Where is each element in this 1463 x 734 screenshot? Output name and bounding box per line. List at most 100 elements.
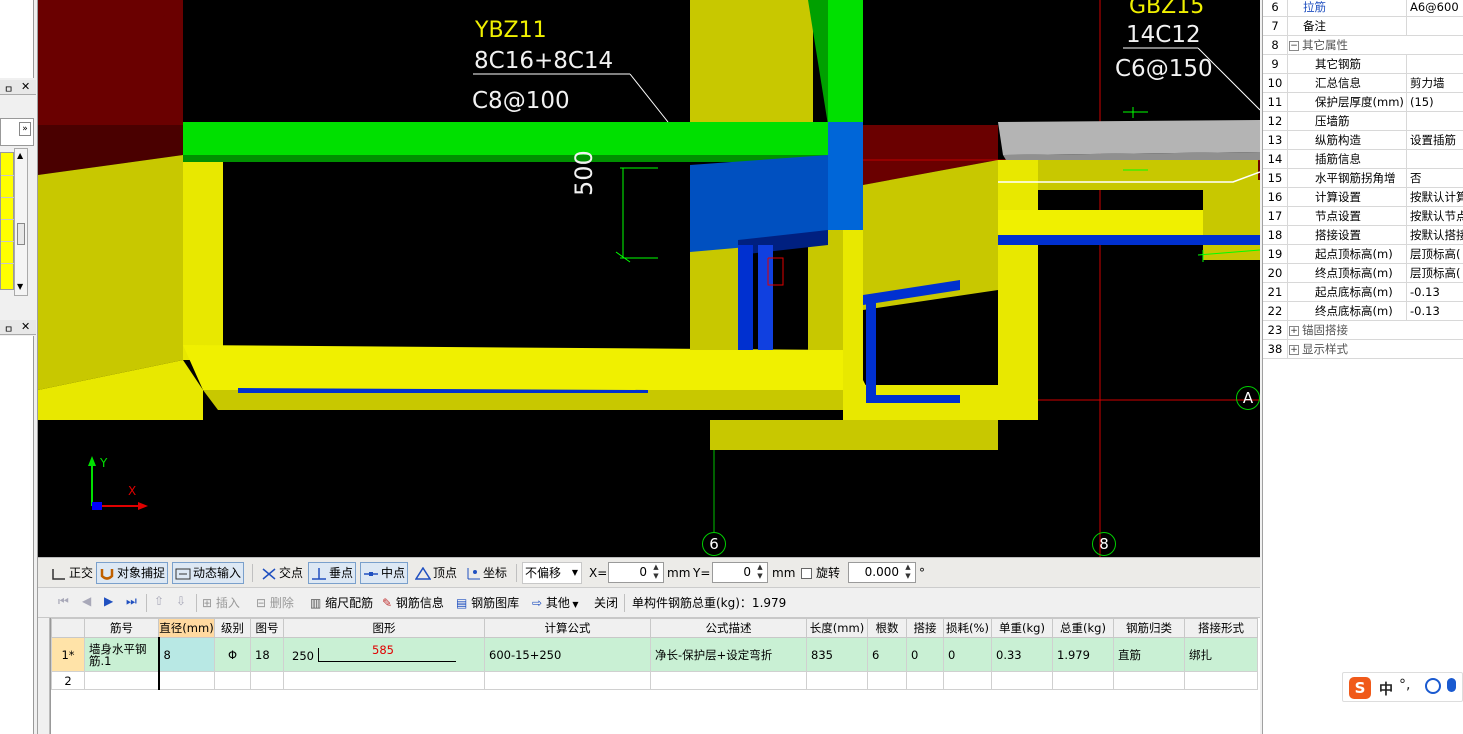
ime-punctuation-toggle[interactable]: °,: [1399, 677, 1410, 693]
object-snap-button[interactable]: 对象捕捉: [96, 562, 169, 584]
cell-shape[interactable]: [283, 671, 485, 690]
rotate-input[interactable]: 0.000 ▲ ▼: [848, 562, 916, 583]
x-input[interactable]: 0 ▲ ▼: [608, 562, 664, 583]
property-value[interactable]: 层顶标高(: [1408, 245, 1463, 263]
property-value[interactable]: 否: [1408, 169, 1463, 187]
spinner-icon[interactable]: ▲ ▼: [650, 563, 662, 582]
property-value[interactable]: 层顶标高(: [1408, 264, 1463, 282]
rebar-library-button[interactable]: ▤ 钢筋图库: [456, 594, 519, 614]
property-value[interactable]: 设置插筋: [1408, 131, 1463, 149]
column-header[interactable]: 公式描述: [650, 618, 807, 638]
scroll-thumb[interactable]: [17, 223, 25, 245]
property-row[interactable]: 17 节点设置 按默认节点: [1263, 207, 1463, 226]
microphone-icon[interactable]: [1447, 678, 1456, 692]
column-header[interactable]: 总重(kg): [1052, 618, 1114, 638]
property-value[interactable]: -0.13: [1408, 302, 1463, 320]
cell-formula-desc[interactable]: [650, 671, 807, 690]
cell-lap[interactable]: [906, 671, 944, 690]
ime-toolbar[interactable]: S 中 °,: [1342, 672, 1463, 702]
property-row[interactable]: 21 起点底标高(m) -0.13: [1263, 283, 1463, 302]
property-value[interactable]: [1408, 150, 1463, 168]
cell-lap[interactable]: 0: [906, 637, 944, 672]
delete-button[interactable]: ⊟ 删除: [256, 594, 294, 614]
column-header[interactable]: 长度(mm): [806, 618, 868, 638]
property-row[interactable]: 14 插筋信息: [1263, 150, 1463, 169]
expand-icon[interactable]: »: [19, 122, 31, 136]
cell-total-weight[interactable]: [1052, 671, 1114, 690]
collapse-icon[interactable]: −: [1289, 40, 1299, 51]
cell-shape-no[interactable]: 18: [250, 637, 284, 672]
expand-icon[interactable]: +: [1289, 344, 1299, 355]
close-icon[interactable]: ✕: [21, 80, 30, 93]
property-value[interactable]: 剪力墙: [1408, 74, 1463, 92]
property-row[interactable]: 13 纵筋构造 设置插筋: [1263, 131, 1463, 150]
spinner-icon[interactable]: ▲ ▼: [902, 563, 914, 582]
column-header[interactable]: 钢筋归类: [1113, 618, 1185, 638]
spinner-icon[interactable]: ▲ ▼: [754, 563, 766, 582]
property-row[interactable]: 6 拉筋 A6@600: [1263, 0, 1463, 17]
cell-count[interactable]: 6: [867, 637, 907, 672]
property-row[interactable]: 10 汇总信息 剪力墙: [1263, 74, 1463, 93]
cell-total-weight[interactable]: 1.979: [1052, 637, 1114, 672]
perpendicular-button[interactable]: 垂点: [308, 562, 357, 584]
cell-shape[interactable]: 250 585: [283, 637, 485, 672]
property-value[interactable]: A6@600: [1408, 0, 1463, 16]
y-input[interactable]: 0 ▲ ▼: [712, 562, 768, 583]
property-value[interactable]: 按默认节点: [1408, 207, 1463, 225]
move-up-icon[interactable]: ⇧: [154, 594, 164, 608]
cell-unit-weight[interactable]: 0.33: [991, 637, 1053, 672]
property-row[interactable]: 38 + 显示样式: [1263, 340, 1463, 359]
property-row[interactable]: 15 水平钢筋拐角增否: [1263, 169, 1463, 188]
cell-formula-desc[interactable]: 净长-保护层+设定弯折: [650, 637, 807, 672]
checkbox-icon[interactable]: [801, 568, 812, 579]
column-header[interactable]: 直径(mm): [158, 618, 215, 638]
cell-diameter[interactable]: 8: [157, 637, 215, 672]
first-record-icon[interactable]: ⏮: [58, 594, 69, 609]
close-icon[interactable]: ✕: [21, 320, 30, 333]
property-row[interactable]: 8− 其它属性: [1263, 36, 1463, 55]
column-header[interactable]: 单重(kg): [991, 618, 1053, 638]
ime-language-toggle[interactable]: 中: [1379, 679, 1393, 699]
property-row[interactable]: 11 保护层厚度(mm) (15): [1263, 93, 1463, 112]
row-number[interactable]: 2: [51, 671, 85, 690]
table-row[interactable]: 2: [51, 671, 1258, 690]
rotate-checkbox[interactable]: 旋转: [798, 562, 843, 584]
cell-count[interactable]: [867, 671, 907, 690]
prev-record-icon[interactable]: ◀: [82, 594, 91, 608]
column-header[interactable]: 搭接: [906, 618, 944, 638]
midpoint-button[interactable]: 中点: [360, 562, 409, 584]
property-row[interactable]: 18 搭接设置 按默认搭接: [1263, 226, 1463, 245]
property-row[interactable]: 7 备注: [1263, 17, 1463, 36]
expand-icon[interactable]: +: [1289, 325, 1299, 336]
column-header[interactable]: 筋号: [84, 618, 159, 638]
drawing-canvas[interactable]: YBZ11 8C16+8C14 C8@100 GBZ15 14C12 C6@15…: [38, 0, 1260, 557]
cell-length[interactable]: [806, 671, 868, 690]
cell-grade[interactable]: [214, 671, 251, 690]
cell-formula[interactable]: 600-15+250: [484, 637, 651, 672]
cell-bar-name[interactable]: [84, 671, 159, 690]
left-panel-list[interactable]: [0, 152, 15, 290]
insert-button[interactable]: ⊞ 插入: [202, 594, 240, 614]
scroll-down-icon[interactable]: ▼: [17, 282, 23, 291]
last-record-icon[interactable]: ⏭: [126, 594, 137, 609]
cell-bar-name[interactable]: 墙身水平钢筋.1: [84, 637, 159, 672]
column-header[interactable]: 计算公式: [484, 618, 651, 638]
cell-diameter[interactable]: [157, 671, 215, 690]
column-header[interactable]: 根数: [867, 618, 907, 638]
property-row[interactable]: 23 + 锚固搭接: [1263, 321, 1463, 340]
column-header[interactable]: 图号: [250, 618, 284, 638]
cell-category[interactable]: [1113, 671, 1185, 690]
property-row[interactable]: 22 终点底标高(m) -0.13: [1263, 302, 1463, 321]
column-header[interactable]: 搭接形式: [1184, 618, 1258, 638]
cell-length[interactable]: 835: [806, 637, 868, 672]
cell-grade[interactable]: Φ: [214, 637, 251, 672]
ortho-button[interactable]: 正交: [48, 562, 96, 584]
cell-category[interactable]: 直筋: [1113, 637, 1185, 672]
pin-icon[interactable]: ㅁ: [4, 321, 13, 336]
intersection-button[interactable]: 交点: [258, 562, 306, 584]
left-panel-scrollbar[interactable]: ▲ ▼: [14, 148, 28, 296]
left-panel-combo[interactable]: »: [0, 118, 34, 146]
sogou-logo-icon[interactable]: S: [1349, 677, 1371, 699]
column-header[interactable]: 图形: [283, 618, 485, 638]
close-button[interactable]: 关闭: [594, 594, 618, 614]
